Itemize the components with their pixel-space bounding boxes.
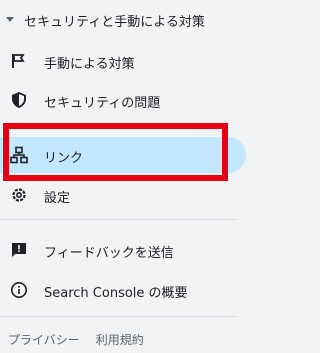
nav-item-label: リンク: [44, 151, 84, 166]
sitemap-icon: [10, 146, 28, 164]
nav-item-manual-actions[interactable]: 手動による対策: [0, 43, 246, 79]
nav-item-label: 設定: [44, 191, 71, 206]
nav-item-label: 手動による対策: [44, 57, 135, 72]
divider: [0, 316, 236, 317]
nav-item-security-issues[interactable]: セキュリティの問題: [0, 82, 246, 118]
section-title: セキュリティと手動による対策: [24, 15, 205, 30]
nav-item-label: セキュリティの問題: [44, 96, 161, 111]
divider: [0, 219, 236, 220]
privacy-link[interactable]: プライバシー: [8, 333, 80, 347]
shield-icon: [10, 91, 28, 109]
flag-icon: [10, 52, 28, 70]
gear-icon: [10, 186, 28, 204]
nav-item-label: Search Console の概要: [44, 286, 188, 301]
nav-item-links[interactable]: リンク: [0, 137, 246, 173]
nav-item-search-console-overview[interactable]: Search Console の概要: [0, 272, 246, 308]
feedback-icon: [10, 241, 28, 259]
nav-item-label: フィードバックを送信: [44, 246, 174, 261]
nav-item-send-feedback[interactable]: フィードバックを送信: [0, 232, 246, 268]
info-icon: [10, 281, 28, 299]
terms-link[interactable]: 利用規約: [96, 333, 144, 347]
footer: プライバシー 利用規約: [8, 331, 160, 348]
caret-down-icon: [6, 17, 14, 22]
nav-item-settings[interactable]: 設定: [0, 177, 246, 213]
section-header[interactable]: セキュリティと手動による対策: [0, 8, 258, 30]
